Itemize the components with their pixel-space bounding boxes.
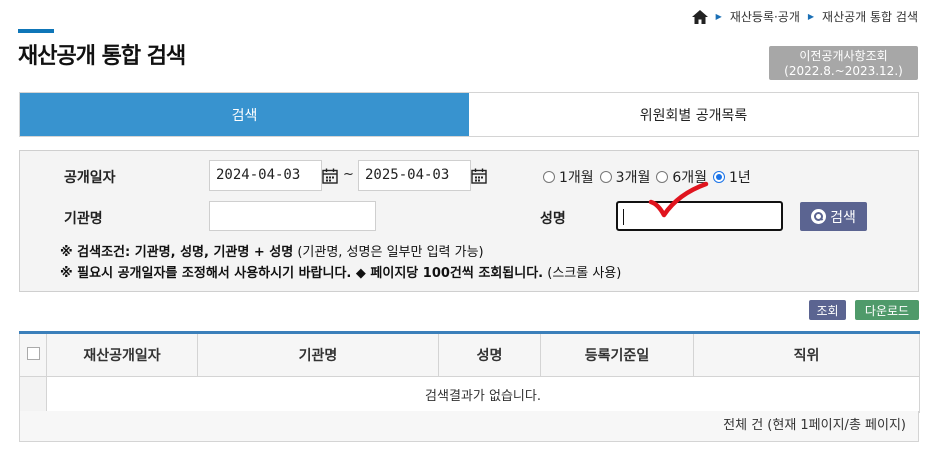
empty-result-message: 검색결과가 없습니다.: [46, 376, 920, 413]
column-header-position[interactable]: 직위: [693, 332, 920, 377]
search-button-label: 검색: [830, 209, 856, 226]
home-icon[interactable]: [691, 9, 708, 24]
period-label: 1년: [729, 170, 751, 186]
breadcrumb-item-registration[interactable]: 재산등록·공개: [730, 8, 800, 25]
date-adjust-note: ※ 필요시 공개일자를 조정해서 사용하시기 바랍니다. ◆ 페이지당 100건…: [60, 262, 621, 281]
period-label: 3개월: [615, 170, 651, 186]
title-accent-bar: [18, 29, 54, 33]
query-button[interactable]: 조회: [809, 300, 846, 320]
previous-disclosure-label: 이전공개사항조회: [799, 49, 888, 63]
red-check-annotation: [648, 181, 709, 218]
chevron-right-icon: ▶: [807, 12, 815, 21]
org-input[interactable]: [209, 201, 376, 231]
column-header-org[interactable]: 기관명: [197, 332, 439, 377]
page-title: 재산공개 통합 검색: [18, 44, 186, 69]
calendar-icon[interactable]: [322, 168, 338, 184]
scroll-hint: (스크롤 사용): [543, 266, 622, 281]
search-button[interactable]: 검색: [800, 202, 867, 231]
search-panel: 공개일자 2024-04-03 ~ 2025-04-03 1개월 3개월 6개월: [19, 150, 919, 292]
tab-bar: 검색 위원회별 공개목록: [19, 92, 919, 137]
chevron-right-icon: ▶: [715, 12, 722, 21]
pagination-summary: 전체 건 (현재 1페이지/총 페이지): [19, 411, 919, 442]
table-row: 검색결과가 없습니다.: [19, 376, 920, 413]
radio-button[interactable]: [543, 171, 555, 183]
previous-disclosure-period: (2022.8.~2023.12.): [784, 64, 903, 78]
period-1-month[interactable]: 1개월: [543, 167, 594, 187]
column-header-name[interactable]: 성명: [438, 332, 541, 377]
select-all-checkbox[interactable]: [26, 346, 40, 360]
radio-button[interactable]: [599, 171, 612, 183]
org-label: 기관명: [64, 211, 103, 227]
date-range-separator: ~: [343, 167, 354, 182]
column-header-reference-date[interactable]: 등록기준일: [540, 332, 694, 377]
period-1-year[interactable]: 1년: [713, 167, 751, 187]
search-condition-note: ※ 검색조건: 기관명, 성명, 기관명 + 성명 (기관명, 성명은 일부만 …: [60, 241, 484, 260]
search-condition-text: ※ 검색조건: 기관명, 성명, 기관명 + 성명: [60, 245, 294, 260]
date-label: 공개일자: [64, 170, 116, 186]
radio-button-selected[interactable]: [713, 171, 726, 183]
search-condition-hint: (기관명, 성명은 일부만 입력 가능): [293, 245, 484, 260]
tab-committee-list[interactable]: 위원회별 공개목록: [469, 93, 918, 136]
search-icon: [811, 209, 827, 224]
table-header-row: 재산공개일자 기관명 성명 등록기준일 직위: [19, 332, 920, 377]
results-table: 재산공개일자 기관명 성명 등록기준일 직위 검색결과가 없습니다.: [19, 331, 920, 413]
date-adjust-text: ※ 필요시 공개일자를 조정해서 사용하시기 바랍니다. ◆ 페이지당 100건…: [60, 266, 544, 281]
breadcrumb: ▶ 재산등록·공개 ▶ 재산공개 통합 검색: [691, 8, 918, 25]
row-checkbox-cell: [19, 376, 47, 413]
date-from-input[interactable]: 2024-04-03: [209, 160, 322, 191]
text-cursor: [623, 209, 624, 225]
name-label: 성명: [540, 211, 566, 227]
date-to-input[interactable]: 2025-04-03: [358, 160, 471, 191]
previous-disclosure-button[interactable]: 이전공개사항조회 (2022.8.~2023.12.): [769, 46, 918, 80]
tab-search[interactable]: 검색: [20, 93, 469, 136]
download-button[interactable]: 다운로드: [855, 300, 919, 320]
select-all-cell: [19, 332, 47, 377]
breadcrumb-item-current: 재산공개 통합 검색: [822, 10, 918, 24]
period-3-months[interactable]: 3개월: [599, 167, 651, 187]
calendar-icon[interactable]: [471, 168, 487, 184]
period-label: 1개월: [559, 170, 594, 186]
column-header-disclosure-date[interactable]: 재산공개일자: [46, 332, 198, 377]
